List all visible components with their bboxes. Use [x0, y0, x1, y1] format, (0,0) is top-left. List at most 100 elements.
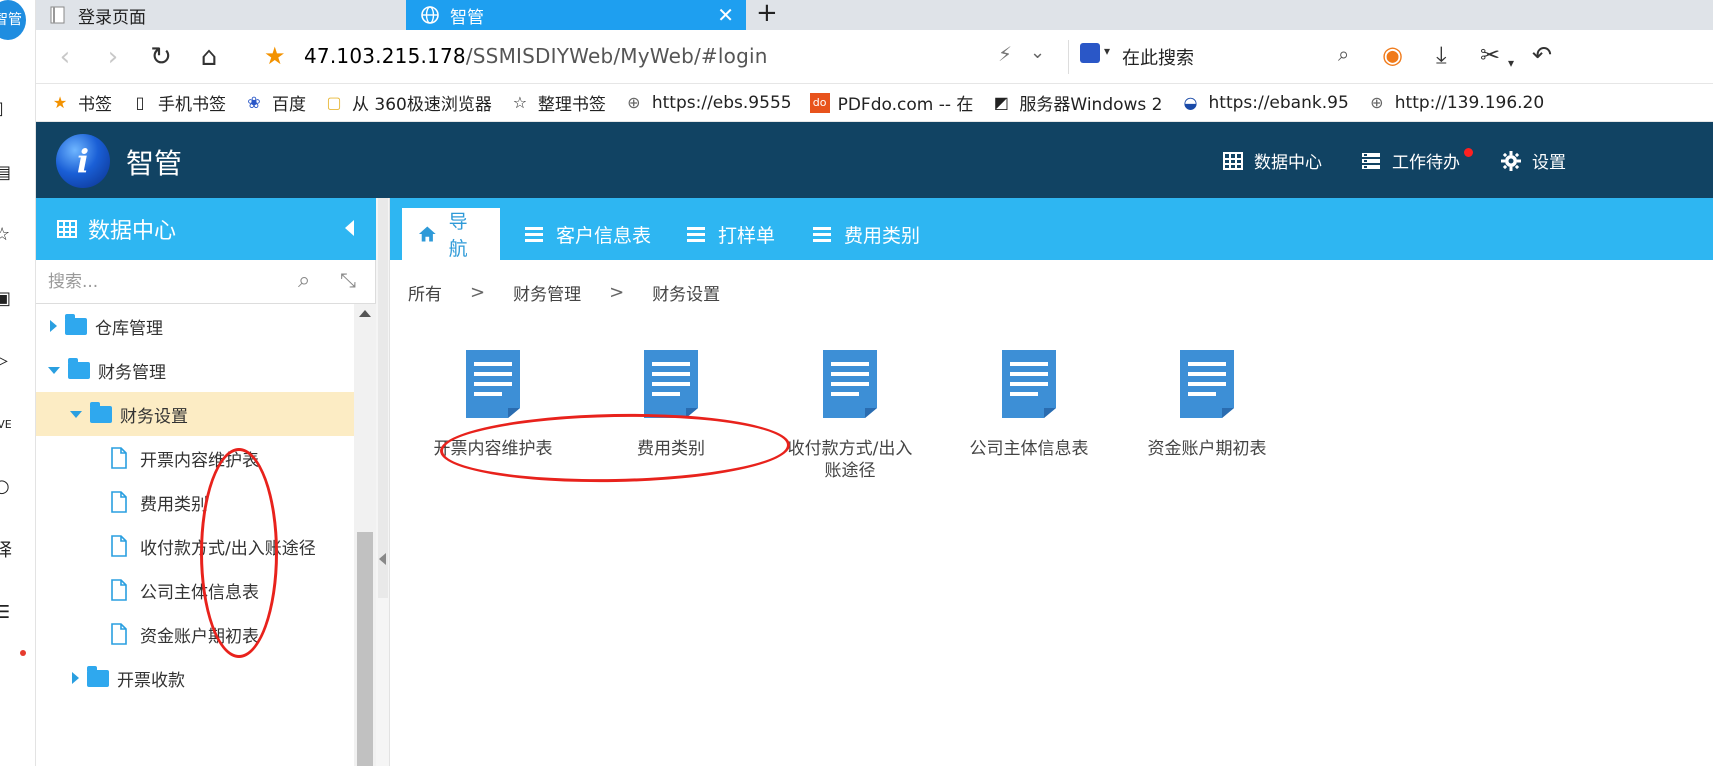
caret-down-icon[interactable]: ▾: [1104, 44, 1110, 58]
bookmark-label: 百度: [272, 95, 306, 115]
scroll-up-icon[interactable]: [359, 310, 371, 317]
close-tab-icon[interactable]: ✕: [717, 3, 734, 27]
tree-item-file[interactable]: 开票内容维护表: [36, 436, 354, 480]
tree-item-file[interactable]: 收付款方式/出入账途径: [36, 524, 354, 568]
tab-customer-info[interactable]: 客户信息表: [508, 208, 667, 260]
expand-icon[interactable]: [72, 672, 79, 684]
browser-tab-active[interactable]: 智管 ✕: [406, 0, 746, 30]
home-icon[interactable]: ⌂: [192, 40, 226, 74]
browser-rail-logo[interactable]: 智管: [0, 0, 26, 40]
bookmark-item[interactable]: ◒ https://ebank.95: [1181, 93, 1349, 113]
bookmark-item[interactable]: ⊕ https://ebs.9555: [624, 93, 791, 113]
search-icon[interactable]: ⌕: [1338, 42, 1349, 66]
app-title: 智管: [126, 147, 183, 180]
tree-item-file[interactable]: 资金账户期初表: [36, 612, 354, 656]
tree-item-label: 财务设置: [120, 406, 188, 427]
collapse-left-icon[interactable]: [379, 553, 386, 565]
rail-star-icon[interactable]: ☆: [0, 222, 20, 248]
header-data-center[interactable]: 数据中心: [1222, 148, 1322, 173]
breadcrumb-item[interactable]: 所有: [408, 280, 442, 305]
doc-payment-method[interactable]: 收付款方式/出入账途径: [760, 348, 940, 482]
file-icon: [111, 579, 127, 601]
header-todo[interactable]: 工作待办: [1360, 148, 1460, 173]
rail-translate-icon[interactable]: 译: [0, 538, 20, 564]
document-icon: [823, 350, 877, 418]
undo-icon[interactable]: ↶: [1532, 40, 1552, 70]
bookmark-item[interactable]: ❀ 百度: [244, 90, 306, 115]
file-icon: [111, 491, 127, 513]
doc-fund-account-opening[interactable]: 资金账户期初表: [1118, 348, 1296, 460]
bookmark-label: 整理书签: [537, 95, 606, 115]
tab-sample-order[interactable]: 打样单: [670, 208, 791, 260]
bookmark-item[interactable]: ▢ 从 360极速浏览器: [324, 90, 491, 115]
forward-icon[interactable]: ›: [96, 40, 130, 74]
bookmark-item[interactable]: ☆ 整理书签: [510, 90, 606, 115]
collapse-icon[interactable]: [48, 366, 60, 374]
tree-item-label: 费用类别: [140, 494, 208, 515]
header-link-label: 数据中心: [1254, 153, 1322, 173]
menu-icon: [813, 227, 831, 242]
game-icon[interactable]: ◉: [1382, 40, 1403, 70]
reload-icon[interactable]: ↻: [144, 40, 178, 74]
download-icon[interactable]: ⤓: [1436, 40, 1447, 70]
doc-company-info[interactable]: 公司主体信息表: [940, 348, 1118, 460]
file-icon: [111, 623, 127, 645]
doc-expense-category[interactable]: 费用类别: [582, 348, 760, 460]
rail-chat-icon[interactable]: ○: [0, 474, 20, 500]
rail-news-icon[interactable]: ▤: [0, 160, 20, 186]
panel-splitter[interactable]: [376, 198, 390, 766]
bookmark-item[interactable]: ▯ 手机书签: [130, 90, 226, 115]
doc-invoice-content[interactable]: 开票内容维护表: [404, 348, 582, 460]
collapse-all-icon[interactable]: ⤡: [340, 268, 356, 292]
tree-item-finance-settings[interactable]: 财务设置: [36, 392, 354, 436]
url-field[interactable]: 47.103.215.178/SSMISDIYWeb/MyWeb/#login: [304, 44, 768, 68]
breadcrumb-separator: >: [609, 282, 625, 303]
bookmark-item[interactable]: do PDFdo.com -- 在: [809, 90, 973, 115]
tree-item-label: 资金账户期初表: [140, 626, 259, 647]
scroll-thumb[interactable]: [357, 532, 373, 766]
expand-icon[interactable]: [50, 320, 57, 332]
splitter-grip[interactable]: [378, 198, 388, 598]
back-icon[interactable]: ‹: [48, 40, 82, 74]
browser-tab-login[interactable]: 登录页面: [48, 0, 438, 30]
search-icon[interactable]: ⌕: [298, 268, 310, 293]
bookmark-item[interactable]: ⊕ http://139.196.20: [1367, 93, 1544, 113]
bookmark-star-icon[interactable]: ★: [264, 42, 286, 70]
tree-item-file[interactable]: 公司主体信息表: [36, 568, 354, 612]
collapse-icon[interactable]: [70, 410, 82, 418]
tab-expense-category[interactable]: 费用类别: [796, 208, 936, 260]
tree-item-file[interactable]: 费用类别: [36, 480, 354, 524]
scissors-icon[interactable]: ✂: [1480, 40, 1500, 70]
new-tab-button[interactable]: +: [756, 0, 778, 26]
tree-item-invoice-collection[interactable]: 开票收款: [36, 656, 354, 700]
tree-item-finance[interactable]: 财务管理: [36, 348, 354, 392]
rail-cart-icon[interactable]: ☰: [0, 600, 20, 626]
rail-book-icon[interactable]: ▯: [0, 96, 20, 122]
folder-icon: [65, 313, 87, 335]
bookmark-label: 服务器Windows 2: [1019, 95, 1163, 115]
caret-down-icon[interactable]: ▾: [1508, 48, 1514, 78]
file-icon: [111, 447, 127, 469]
browser-search-input[interactable]: 在此搜索: [1122, 44, 1194, 70]
tab-navigation[interactable]: 导航: [402, 208, 500, 260]
rail-video-icon[interactable]: ▷: [0, 348, 20, 374]
bookmark-item[interactable]: ★ 书签: [50, 90, 112, 115]
baidu-icon: ❀: [247, 93, 261, 112]
app-logo[interactable]: i: [56, 134, 110, 188]
sidebar-scrollbar[interactable]: [354, 304, 376, 766]
server-icon: ◩: [993, 93, 1009, 112]
flash-icon[interactable]: ⚡: [998, 42, 1012, 66]
breadcrumb-item[interactable]: 财务管理: [513, 280, 581, 305]
home-icon: [418, 226, 436, 242]
bookmark-item[interactable]: ◩ 服务器Windows 2: [991, 90, 1163, 115]
collapse-sidebar-icon[interactable]: [345, 220, 354, 236]
breadcrumb-item[interactable]: 财务设置: [652, 280, 720, 305]
sidebar-search-input[interactable]: [36, 260, 336, 303]
search-engine-icon[interactable]: [1080, 43, 1100, 63]
rail-briefcase-icon[interactable]: ▣: [0, 286, 20, 312]
browser-side-rail: 智管 ▯ ▤ ☆ ▣ ▷ IVE ○ 译 ☰: [0, 0, 36, 766]
rail-live-icon[interactable]: IVE: [0, 412, 20, 438]
chevron-down-icon[interactable]: ⌄: [1030, 42, 1045, 63]
tree-item-warehouse[interactable]: 仓库管理: [36, 304, 354, 348]
header-settings[interactable]: 设置: [1500, 148, 1566, 173]
